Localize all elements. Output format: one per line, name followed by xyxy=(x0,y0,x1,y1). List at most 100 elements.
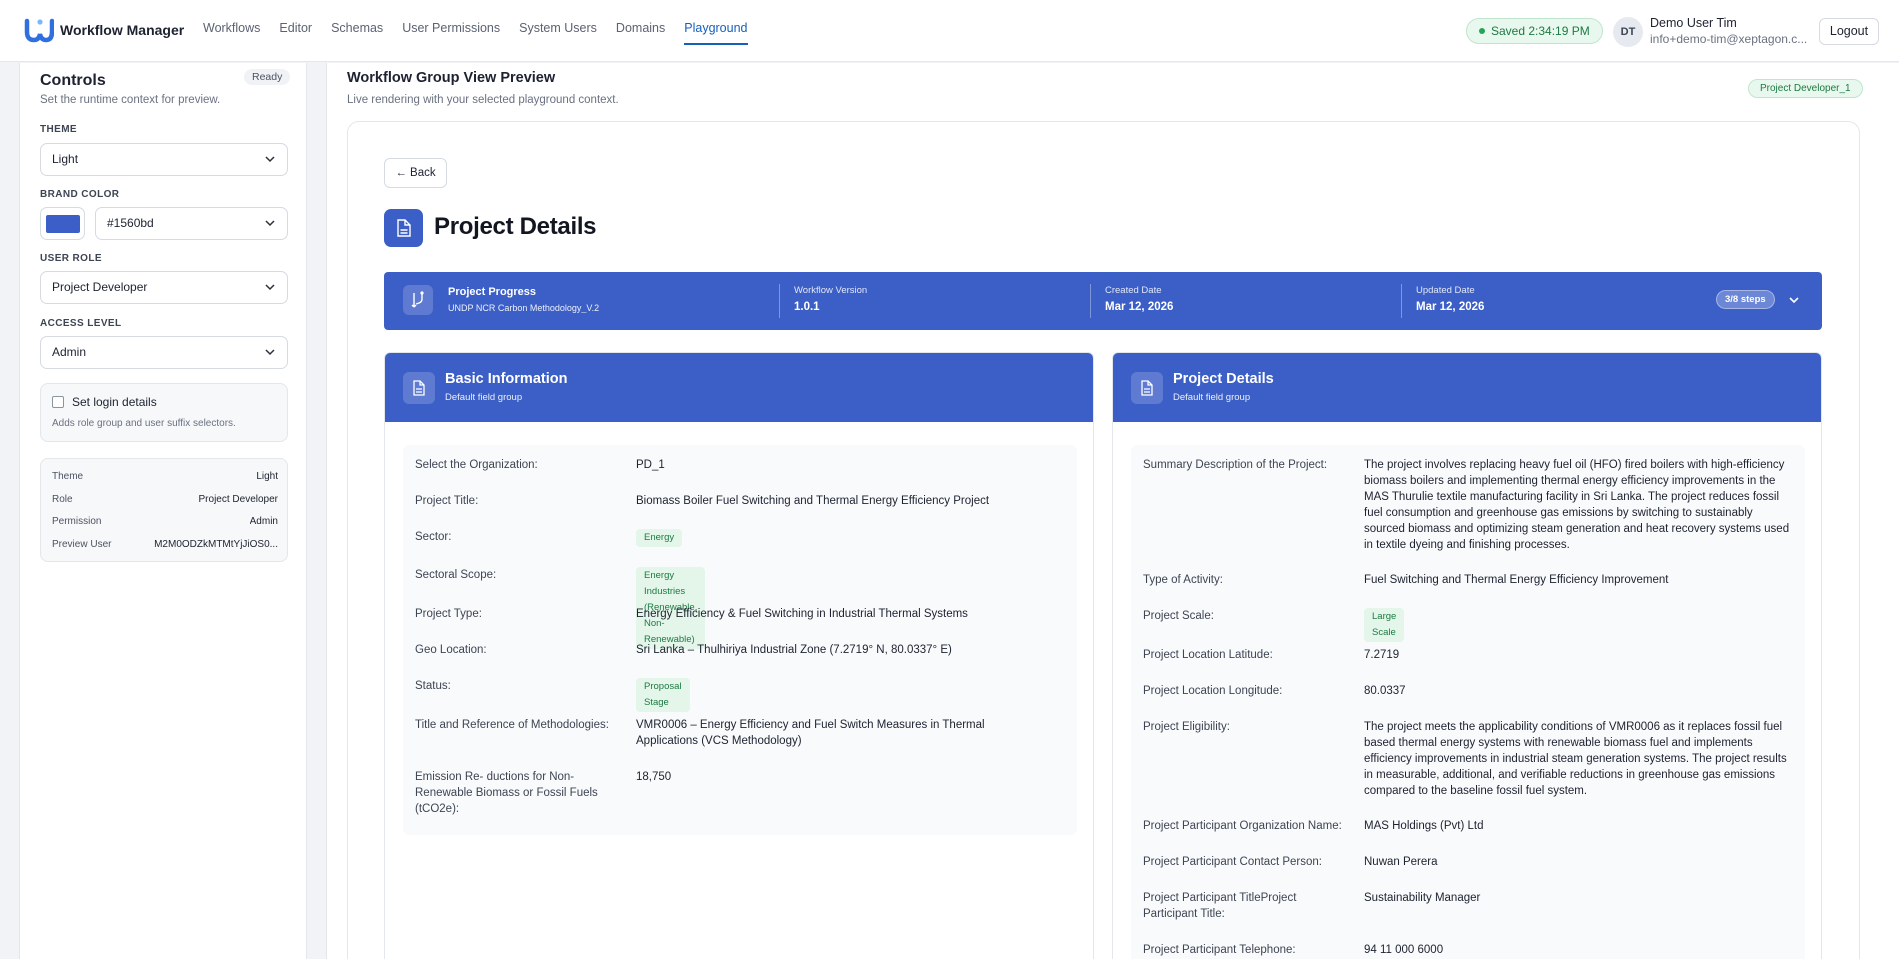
summary-key: Permission xyxy=(52,516,102,527)
field-label: Project Eligibility: xyxy=(1143,721,1230,733)
field-label: Project Participant TitleProject Partici… xyxy=(1143,892,1297,920)
brand-color-select[interactable]: #1560bd xyxy=(95,207,288,240)
field-value: Energy xyxy=(636,529,683,547)
field-label: Project Participant Telephone: xyxy=(1143,944,1296,956)
brand-color-value: #1560bd xyxy=(107,216,154,230)
field-value: Large Scale xyxy=(1364,608,1405,642)
nav-schemas[interactable]: Schemas xyxy=(331,21,383,45)
field-label: Summary Description of the Project: xyxy=(1143,459,1328,471)
field-value: Proposal Stage xyxy=(636,678,690,712)
field-label: Sector: xyxy=(415,531,452,543)
field-label: Select the Organization: xyxy=(415,459,538,471)
field-label: Status: xyxy=(415,680,451,692)
avatar[interactable]: DT xyxy=(1613,17,1643,47)
divider xyxy=(1090,284,1091,318)
card-header: Project Details Default field group xyxy=(1113,353,1821,422)
created-date-value: Mar 12, 2026 xyxy=(1105,301,1174,313)
card-header: Basic Information Default field group xyxy=(385,353,1093,422)
theme-select[interactable]: Light xyxy=(40,143,288,176)
user-name: Demo User Tim xyxy=(1650,16,1737,30)
login-details-box: Set login details Adds role group and us… xyxy=(40,383,288,442)
summary-value: Light xyxy=(256,471,278,482)
card-title: Basic Information xyxy=(445,371,568,387)
top-bar: Workflow Manager Workflows Editor Schema… xyxy=(0,0,1899,62)
controls-subtitle: Set the runtime context for preview. xyxy=(40,94,221,106)
field-value: Nuwan Perera xyxy=(1364,856,1438,868)
summary-key: Theme xyxy=(52,471,84,482)
field-label: Project Participant Organization Name: xyxy=(1143,820,1342,832)
brand-color-label: BRAND COLOR xyxy=(40,189,120,200)
field-value: Biomass Boiler Fuel Switching and Therma… xyxy=(636,495,990,507)
theme-value: Light xyxy=(52,152,79,166)
field-label: Title and Reference of Methodologies: xyxy=(415,719,609,731)
sector-tag: Energy xyxy=(636,529,683,547)
page-title: Project Details xyxy=(434,213,597,240)
summary-key: Preview User xyxy=(52,539,112,550)
chevron-down-icon xyxy=(265,284,275,291)
workflow-version-label: Workflow Version xyxy=(794,285,868,296)
access-level-label: ACCESS LEVEL xyxy=(40,318,122,329)
nav-editor[interactable]: Editor xyxy=(279,21,312,45)
login-details-checkbox[interactable] xyxy=(52,396,64,408)
field-value: Fuel Switching and Thermal Energy Effici… xyxy=(1364,574,1669,586)
access-level-select[interactable]: Admin xyxy=(40,336,288,369)
summary-value: Project Developer xyxy=(198,494,278,505)
nav-system-users[interactable]: System Users xyxy=(519,21,597,45)
brand-color-swatch xyxy=(46,215,80,233)
access-level-value: Admin xyxy=(52,345,87,359)
project-progress-bar[interactable]: Project Progress UNDP NCR Carbon Methodo… xyxy=(384,272,1822,330)
nav-domains[interactable]: Domains xyxy=(616,21,665,45)
divider xyxy=(779,284,780,318)
app-name: Workflow Manager xyxy=(60,22,185,38)
wu-logo-icon[interactable] xyxy=(24,17,54,43)
field-value: 80.0337 xyxy=(1364,685,1406,697)
field-label: Project Location Latitude: xyxy=(1143,649,1273,661)
field-value: 18,750 xyxy=(636,771,672,783)
back-button[interactable]: ← Back xyxy=(384,158,447,188)
field-list: Summary Description of the Project: The … xyxy=(1131,445,1805,959)
user-role-label: USER ROLE xyxy=(40,253,102,264)
document-icon xyxy=(384,209,423,247)
saved-status-badge: Saved 2:34:19 PM xyxy=(1466,18,1603,44)
divider xyxy=(1401,284,1402,318)
field-label: Project Location Longitude: xyxy=(1143,685,1283,697)
summary-value: M2M0ODZkMTMtYjJiOS0... xyxy=(154,539,278,550)
preview-area: Workflow Group View Preview Live renderi… xyxy=(326,63,1899,959)
field-value: The project meets the applicability cond… xyxy=(1364,721,1787,797)
workflow-branch-icon xyxy=(403,285,433,315)
steps-badge: 3/8 steps xyxy=(1716,290,1775,309)
login-details-label[interactable]: Set login details xyxy=(72,395,157,409)
project-details-card: Project Details Default field group Summ… xyxy=(1112,352,1822,959)
field-value: MAS Holdings (Pvt) Ltd xyxy=(1364,820,1484,832)
preview-subtitle: Live rendering with your selected playgr… xyxy=(347,94,619,106)
field-label: Project Title: xyxy=(415,495,479,507)
controls-panel: Controls Ready Set the runtime context f… xyxy=(19,63,307,959)
brand-color-picker[interactable] xyxy=(40,207,85,240)
card-title: Project Details xyxy=(1173,371,1274,387)
card-subtitle: Default field group xyxy=(1173,392,1251,403)
nav-user-permissions[interactable]: User Permissions xyxy=(402,21,500,45)
field-value: Sri Lanka – Thulhiriya Industrial Zone (… xyxy=(636,644,952,656)
basic-information-card: Basic Information Default field group Se… xyxy=(384,352,1094,959)
field-label: Sectoral Scope: xyxy=(415,569,497,581)
login-details-hint: Adds role group and user suffix selector… xyxy=(52,418,236,429)
summary-value: Admin xyxy=(249,516,278,527)
logout-button[interactable]: Logout xyxy=(1819,18,1879,45)
chevron-down-icon[interactable] xyxy=(1788,294,1800,306)
theme-label: THEME xyxy=(40,124,77,135)
preview-canvas: ← Back Project Details Project Progress … xyxy=(347,121,1860,959)
nav-workflows[interactable]: Workflows xyxy=(203,21,260,45)
nav-playground[interactable]: Playground xyxy=(684,21,748,45)
field-label: Project Type: xyxy=(415,608,482,620)
project-scale-tag: Large Scale xyxy=(1364,608,1405,642)
field-value: The project involves replacing heavy fue… xyxy=(1364,459,1790,551)
updated-date-value: Mar 12, 2026 xyxy=(1416,301,1485,313)
user-role-select[interactable]: Project Developer xyxy=(40,271,288,304)
chevron-down-icon xyxy=(265,156,275,163)
document-icon xyxy=(403,372,435,404)
status-badge: Proposal Stage xyxy=(636,678,690,712)
controls-title: Controls xyxy=(40,72,106,89)
created-date-label: Created Date xyxy=(1105,285,1162,296)
field-label: Project Scale: xyxy=(1143,610,1214,622)
context-summary: Theme Light Role Project Developer Permi… xyxy=(40,458,288,562)
